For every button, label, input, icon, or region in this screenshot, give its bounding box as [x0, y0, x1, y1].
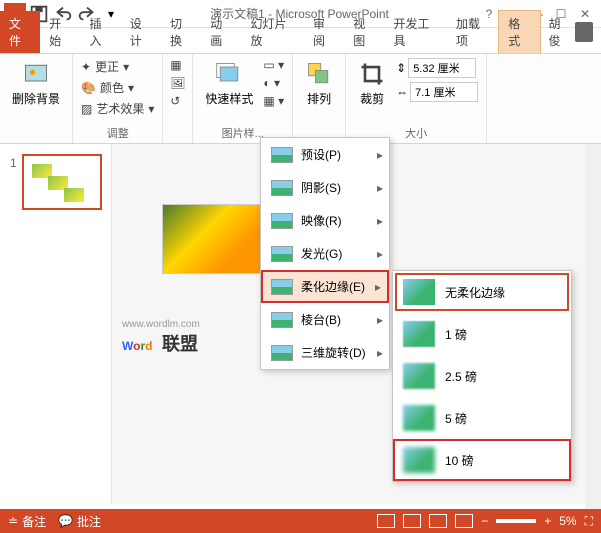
soft-edge-swatch [403, 321, 435, 347]
vertical-scrollbar[interactable] [585, 144, 601, 509]
soft-edges-submenu: 无柔化边缘1 磅2.5 磅5 磅10 磅 [392, 270, 572, 482]
tab-审阅[interactable]: 审阅 [304, 11, 344, 53]
reading-view-icon[interactable] [429, 514, 447, 528]
ribbon: 删除背景 ✦ 更正 ▾ 🎨 颜色 ▾ ▨ 艺术效果 ▾ 调整 ▦ 🖼 ↺ 快速样… [0, 54, 601, 144]
group-size: 裁剪 ⇕ ⇔ 大小 [346, 54, 487, 143]
chevron-right-icon: ▸ [377, 313, 383, 327]
tab-切换[interactable]: 切换 [161, 11, 201, 53]
menu-item-icon [271, 312, 293, 328]
menu-item-icon [271, 180, 293, 196]
zoom-level: 5% [559, 514, 576, 528]
remove-background-label: 删除背景 [12, 90, 60, 107]
height-row: ⇕ [396, 58, 478, 78]
width-input[interactable] [410, 82, 478, 102]
corrections-button[interactable]: ✦ 更正 ▾ [81, 58, 154, 75]
group-arrange: 排列 [293, 54, 346, 143]
tab-设计[interactable]: 设计 [121, 11, 161, 53]
crop-button[interactable]: 裁剪 [354, 58, 390, 109]
picture-layout-icon[interactable]: ▦ ▾ [263, 94, 284, 108]
soft-edge-option[interactable]: 10 磅 [393, 439, 571, 481]
effects-menu-item[interactable]: 棱台(B)▸ [261, 303, 389, 336]
thumb-image-icon [64, 188, 84, 202]
picture-effects-icon[interactable]: ◐ ▾ [263, 76, 284, 90]
sorter-view-icon[interactable] [403, 514, 421, 528]
arrange-button[interactable]: 排列 [301, 58, 337, 109]
selected-image[interactable] [162, 204, 267, 274]
chevron-right-icon: ▸ [377, 148, 383, 162]
remove-background-button[interactable]: 删除背景 [8, 58, 64, 109]
change-picture-icon[interactable]: 🖼 [170, 76, 185, 90]
normal-view-icon[interactable] [377, 514, 395, 528]
chevron-right-icon: ▸ [377, 247, 383, 261]
soft-edge-swatch [403, 405, 435, 431]
soft-edge-swatch [403, 447, 435, 473]
zoom-slider[interactable] [496, 519, 536, 523]
effects-menu-item[interactable]: 阴影(S)▸ [261, 171, 389, 204]
group-remove-background: 删除背景 [0, 54, 73, 143]
tab-幻灯片放[interactable]: 幻灯片放 [242, 11, 304, 53]
notes-button[interactable]: ≐ 备注 [8, 513, 46, 530]
adjust-group-label: 调整 [107, 125, 129, 141]
effects-menu-item[interactable]: 柔化边缘(E)▸ [261, 270, 389, 303]
soft-edge-option[interactable]: 无柔化边缘 [393, 271, 571, 313]
chevron-right-icon: ▸ [377, 181, 383, 195]
color-button[interactable]: 🎨 颜色 ▾ [81, 79, 154, 96]
effects-menu-item[interactable]: 映像(R)▸ [261, 204, 389, 237]
group-adjust: ✦ 更正 ▾ 🎨 颜色 ▾ ▨ 艺术效果 ▾ 调整 [73, 54, 163, 143]
quick-styles-button[interactable]: 快速样式 [201, 58, 257, 109]
tab-插入[interactable]: 插入 [81, 11, 121, 53]
ribbon-tabs: 文件 开始插入设计切换动画幻灯片放审阅视图开发工具加载项 格式 胡俊 [0, 28, 601, 54]
tab-动画[interactable]: 动画 [201, 11, 241, 53]
tab-format[interactable]: 格式 [498, 10, 540, 53]
soft-edge-option[interactable]: 5 磅 [393, 397, 571, 439]
chevron-right-icon: ▸ [375, 280, 381, 294]
soft-edge-swatch [403, 363, 435, 389]
width-row: ⇔ [396, 82, 478, 102]
width-icon: ⇔ [396, 85, 408, 99]
comments-button[interactable]: 💬 批注 [58, 513, 101, 530]
tab-视图[interactable]: 视图 [344, 11, 384, 53]
group-adjust-extra: ▦ 🖼 ↺ [163, 54, 193, 143]
tab-file[interactable]: 文件 [0, 11, 40, 53]
user-account[interactable]: 胡俊 [541, 11, 601, 53]
username-label: 胡俊 [549, 15, 571, 49]
height-icon: ⇕ [396, 61, 406, 75]
artistic-button[interactable]: ▨ 艺术效果 ▾ [81, 100, 154, 117]
effects-menu-item[interactable]: 三维旋转(D)▸ [261, 336, 389, 369]
soft-edge-swatch [403, 279, 435, 305]
tab-开始[interactable]: 开始 [40, 11, 80, 53]
slide-thumbnail-1[interactable]: 1 [22, 154, 102, 210]
chevron-right-icon: ▸ [377, 346, 383, 360]
picture-styles-label: 图片样... [222, 125, 264, 141]
menu-item-icon [271, 279, 293, 295]
watermark: www.wordlm.com Word 联盟 [122, 319, 200, 356]
size-group-label: 大小 [405, 125, 427, 141]
effects-menu-item[interactable]: 发光(G)▸ [261, 237, 389, 270]
effects-menu-item[interactable]: 预设(P)▸ [261, 138, 389, 171]
slide-thumbnails: 1 [0, 144, 112, 504]
menu-item-icon [271, 147, 293, 163]
avatar-icon [575, 22, 593, 42]
picture-border-icon[interactable]: ▭ ▾ [263, 58, 284, 72]
picture-effects-menu: 预设(P)▸阴影(S)▸映像(R)▸发光(G)▸柔化边缘(E)▸棱台(B)▸三维… [260, 137, 390, 370]
tab-开发工具[interactable]: 开发工具 [384, 11, 446, 53]
compress-icon[interactable]: ▦ [170, 58, 185, 72]
tab-加载项[interactable]: 加载项 [447, 11, 498, 53]
menu-item-icon [271, 213, 293, 229]
slideshow-view-icon[interactable] [455, 514, 473, 528]
slide-number: 1 [10, 156, 17, 170]
soft-edge-option[interactable]: 2.5 磅 [393, 355, 571, 397]
zoom-in-icon[interactable]: + [544, 514, 551, 528]
status-bar: ≐ 备注 💬 批注 − + 5% ⛶ [0, 509, 601, 533]
fit-view-icon[interactable]: ⛶ [585, 514, 593, 529]
group-picture-styles: 快速样式 ▭ ▾ ◐ ▾ ▦ ▾ 图片样... [193, 54, 293, 143]
menu-item-icon [271, 246, 293, 262]
chevron-right-icon: ▸ [377, 214, 383, 228]
height-input[interactable] [408, 58, 476, 78]
reset-icon[interactable]: ↺ [170, 94, 185, 108]
soft-edge-option[interactable]: 1 磅 [393, 313, 571, 355]
zoom-out-icon[interactable]: − [481, 514, 488, 528]
menu-item-icon [271, 345, 293, 361]
